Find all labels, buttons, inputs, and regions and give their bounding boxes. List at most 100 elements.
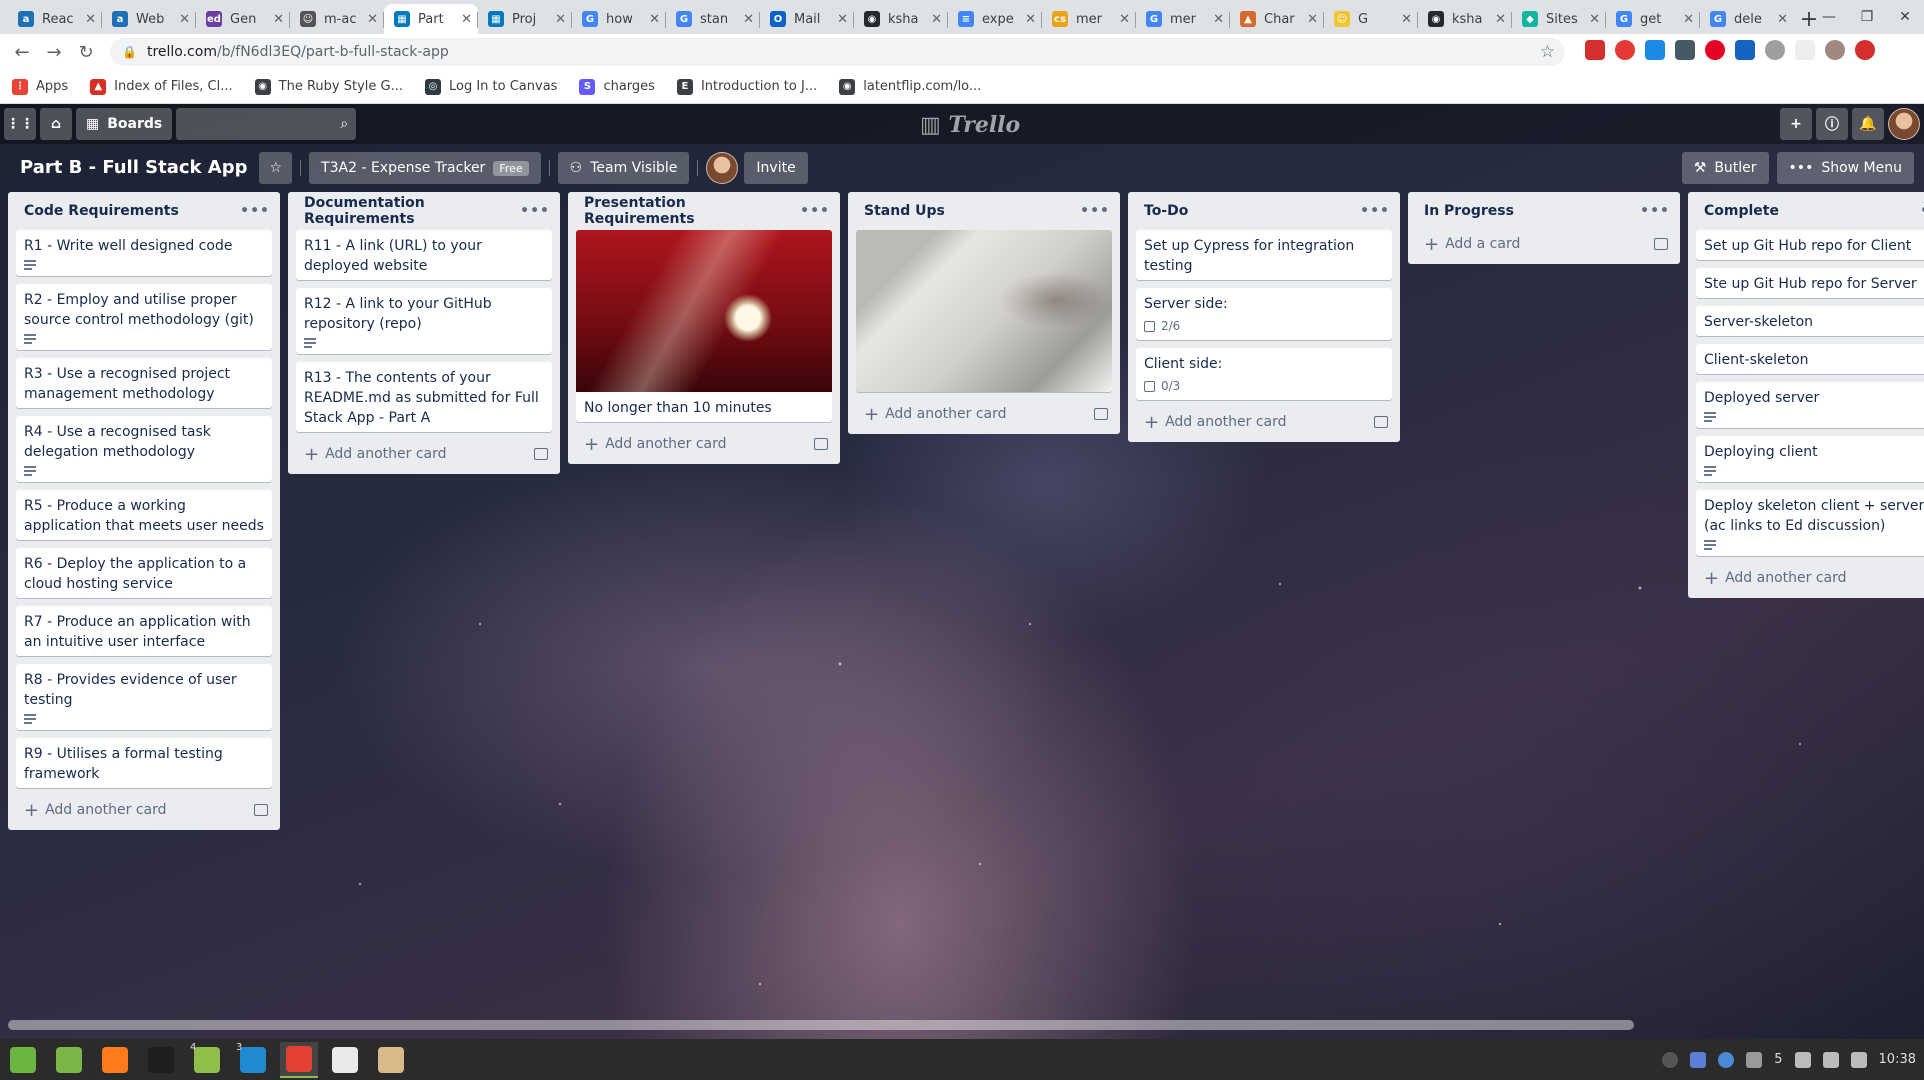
close-tab-icon[interactable]: ✕	[1777, 12, 1788, 27]
list-menu-icon[interactable]: •••	[1360, 203, 1390, 219]
bookmark-item[interactable]: ◎ Log In to Canvas	[424, 78, 557, 95]
extension-pen-icon[interactable]	[1675, 40, 1695, 60]
browser-tab[interactable]: ≡ expe ✕	[948, 4, 1042, 34]
close-tab-icon[interactable]: ✕	[367, 12, 378, 27]
slack-icon[interactable]	[326, 1042, 364, 1078]
apps-grid-icon[interactable]: ⋮⋮	[4, 108, 36, 140]
card[interactable]: Deploying client	[1696, 436, 1924, 482]
files-icon[interactable]	[50, 1042, 88, 1078]
list-title[interactable]: Complete	[1704, 203, 1920, 219]
card[interactable]: R2 - Employ and utilise proper source co…	[16, 284, 272, 350]
card[interactable]: Server side: 2/6	[1136, 288, 1392, 340]
close-tab-icon[interactable]: ✕	[273, 12, 284, 27]
bookmark-item[interactable]: E Introduction to J...	[676, 78, 817, 95]
close-tab-icon[interactable]: ✕	[179, 12, 190, 27]
list-title[interactable]: Presentation Requirements	[584, 195, 800, 227]
member-avatar[interactable]	[1888, 108, 1920, 140]
extension-book-icon[interactable]	[1735, 40, 1755, 60]
info-icon[interactable]: ⓘ	[1816, 108, 1848, 140]
invite-button[interactable]: Invite	[744, 152, 808, 184]
add-card-button[interactable]: + Add another card	[12, 796, 276, 824]
add-card-button[interactable]: + Add another card	[572, 430, 836, 458]
close-tab-icon[interactable]: ✕	[1119, 12, 1130, 27]
browser-tab[interactable]: Gdele ✕	[1700, 4, 1794, 34]
extension-grey-icon[interactable]	[1765, 40, 1785, 60]
firefox-icon[interactable]	[96, 1042, 134, 1078]
browser-tab[interactable]: ◉ ksha ✕	[854, 4, 948, 34]
bookmark-item[interactable]: ◉ The Ruby Style G...	[254, 78, 403, 95]
create-plus-icon[interactable]: +	[1780, 108, 1812, 140]
browser-tab[interactable]: a Web ✕	[102, 4, 196, 34]
horizontal-scrollbar[interactable]	[8, 1020, 1634, 1030]
notifications-bell-icon[interactable]: 🔔	[1852, 108, 1884, 140]
card[interactable]: Deployed server	[1696, 382, 1924, 428]
card[interactable]: R6 - Deploy the application to a cloud h…	[16, 548, 272, 598]
no-entry-icon[interactable]	[1662, 1051, 1679, 1068]
bookmark-item[interactable]: ▲ Index of Files, Cl...	[90, 78, 233, 95]
board-member-avatar[interactable]	[706, 152, 739, 184]
card[interactable]: Deploy skeleton client + server (ac link…	[1696, 490, 1924, 556]
close-tab-icon[interactable]: ✕	[1589, 12, 1600, 27]
profile-avatar[interactable]	[1825, 40, 1845, 60]
home-icon[interactable]: ⌂	[40, 108, 72, 140]
browser-tab[interactable]: ☺ G ✕	[1324, 4, 1418, 34]
card[interactable]: Server-skeleton	[1696, 306, 1924, 336]
card[interactable]: Client side: 0/3	[1136, 348, 1392, 400]
close-tab-icon[interactable]: ✕	[1213, 12, 1224, 27]
close-tab-icon[interactable]: ✕	[931, 12, 942, 27]
notes-icon[interactable]	[372, 1042, 410, 1078]
browser-tab[interactable]: ed Gen ✕	[196, 4, 290, 34]
card-template-icon[interactable]	[814, 438, 828, 450]
browser-tab[interactable]: O Mail ✕	[760, 4, 854, 34]
extension-blue-icon[interactable]	[1645, 40, 1665, 60]
adblock-icon[interactable]	[1585, 40, 1605, 60]
add-card-button[interactable]: + Add another card	[852, 400, 1116, 428]
reload-icon[interactable]: ↻	[70, 36, 102, 68]
browser-tab[interactable]: Gstan ✕	[666, 4, 760, 34]
card[interactable]: R5 - Produce a working application that …	[16, 490, 272, 540]
bookmark-item[interactable]: ◉ latentflip.com/lo...	[839, 78, 981, 95]
vscode-icon[interactable]: 3	[234, 1042, 272, 1078]
card[interactable]: R3 - Use a recognised project management…	[16, 358, 272, 408]
volume-icon[interactable]	[1822, 1051, 1839, 1068]
chrome-icon[interactable]	[280, 1041, 318, 1078]
card[interactable]: Set up Git Hub repo for Client	[1696, 230, 1924, 260]
minimize-icon[interactable]: —	[1810, 0, 1848, 34]
clock[interactable]: 10:38	[1879, 1052, 1916, 1067]
team-button[interactable]: T3A2 - Expense Tracker Free	[309, 152, 541, 184]
close-tab-icon[interactable]: ✕	[837, 12, 848, 27]
close-tab-icon[interactable]: ✕	[1495, 12, 1506, 27]
update-icon[interactable]	[1855, 40, 1875, 60]
bookmark-item[interactable]: Scharges	[579, 78, 655, 95]
card-template-icon[interactable]	[1374, 416, 1388, 428]
mint-menu-icon[interactable]	[4, 1042, 42, 1078]
trello-logo[interactable]: ▥ Trello	[920, 112, 1020, 138]
browser-tab[interactable]: ▲ Char ✕	[1230, 4, 1324, 34]
close-tab-icon[interactable]: ✕	[1025, 12, 1036, 27]
close-tab-icon[interactable]: ✕	[461, 12, 472, 27]
browser-tab[interactable]: ☺ m-ac ✕	[290, 4, 384, 34]
list-menu-icon[interactable]: •••	[800, 203, 830, 219]
list-menu-icon[interactable]: •••	[1640, 203, 1670, 219]
bluetooth-icon[interactable]	[1718, 1051, 1735, 1068]
show-menu-button[interactable]: ••• Show Menu	[1776, 152, 1914, 184]
url-input[interactable]: 🔒 trello.com/b/fN6dl3EQ/part-b-full-stac…	[110, 38, 1565, 66]
card[interactable]: R4 - Use a recognised task delegation me…	[16, 416, 272, 482]
card[interactable]: R1 - Write well designed code	[16, 230, 272, 276]
slack-tray-icon[interactable]	[1746, 1051, 1763, 1068]
add-card-button[interactable]: + Add a card	[1412, 230, 1676, 258]
close-tab-icon[interactable]: ✕	[1307, 12, 1318, 27]
visibility-button[interactable]: ⚇ Team Visible	[557, 152, 690, 184]
folder-icon[interactable]: 4	[188, 1042, 226, 1078]
add-card-button[interactable]: + Add another card	[292, 440, 556, 468]
add-card-button[interactable]: + Add another card	[1132, 408, 1396, 436]
close-tab-icon[interactable]: ✕	[555, 12, 566, 27]
list-menu-icon[interactable]: •••	[1920, 203, 1924, 219]
card-template-icon[interactable]	[254, 804, 268, 816]
browser-tab[interactable]: ▦ Part ✕	[384, 4, 478, 34]
list-menu-icon[interactable]: •••	[520, 203, 550, 219]
card[interactable]: R11 - A link (URL) to your deployed webs…	[296, 230, 552, 280]
card[interactable]: Set up Cypress for integration testing	[1136, 230, 1392, 280]
card[interactable]: Client-skeleton	[1696, 344, 1924, 374]
list-title[interactable]: Stand Ups	[864, 203, 1080, 219]
